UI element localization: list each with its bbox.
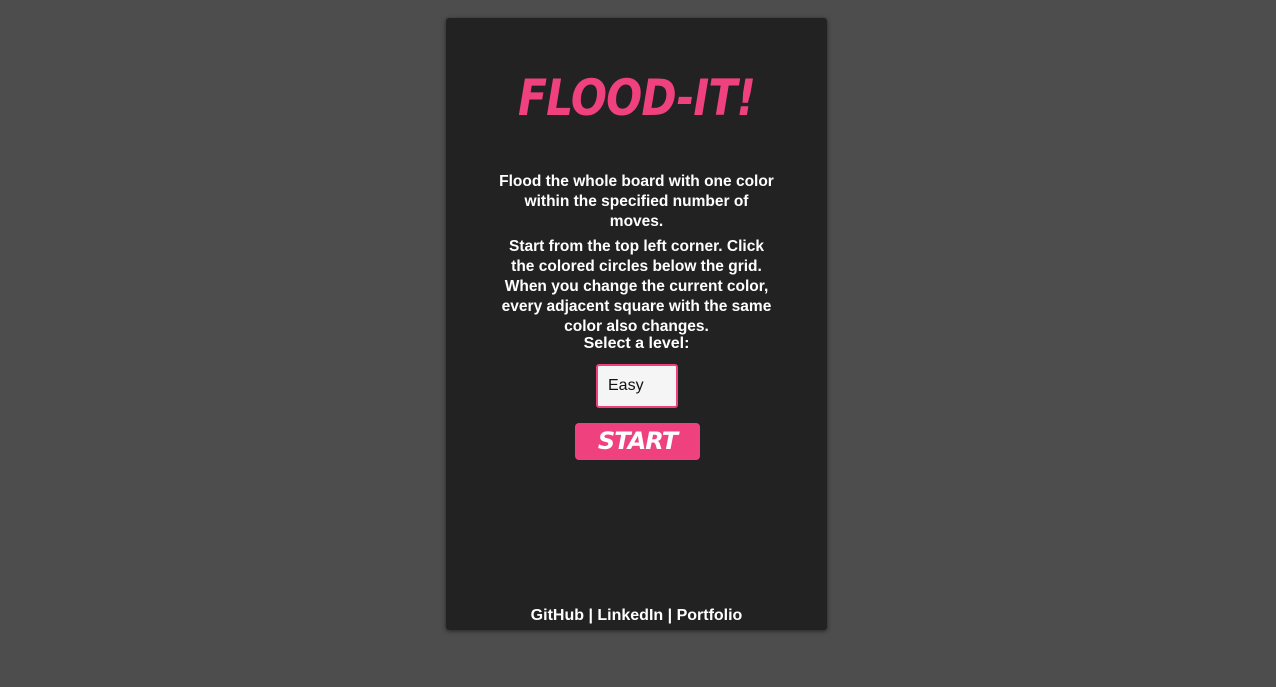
game-title: FLOOD-IT! xyxy=(517,69,756,127)
level-select[interactable]: Easy xyxy=(596,364,678,408)
level-label: Select a level: xyxy=(583,335,690,352)
instructions-goal: Flood the whole board with one color wit… xyxy=(499,173,774,230)
linkedin-link[interactable]: LinkedIn xyxy=(597,607,663,624)
game-card: FLOOD-IT! Flood the whole board with one… xyxy=(446,18,827,630)
github-link[interactable]: GitHub xyxy=(531,607,584,624)
portfolio-link[interactable]: Portfolio xyxy=(677,607,743,624)
footer-separator: | xyxy=(588,607,593,624)
footer-links: GitHub | LinkedIn | Portfolio xyxy=(446,606,827,626)
start-button[interactable]: START xyxy=(575,423,700,460)
level-select-value: Easy xyxy=(608,377,644,394)
instructions-howto: Start from the top left corner. Click th… xyxy=(501,238,772,335)
footer-separator: | xyxy=(667,607,673,624)
